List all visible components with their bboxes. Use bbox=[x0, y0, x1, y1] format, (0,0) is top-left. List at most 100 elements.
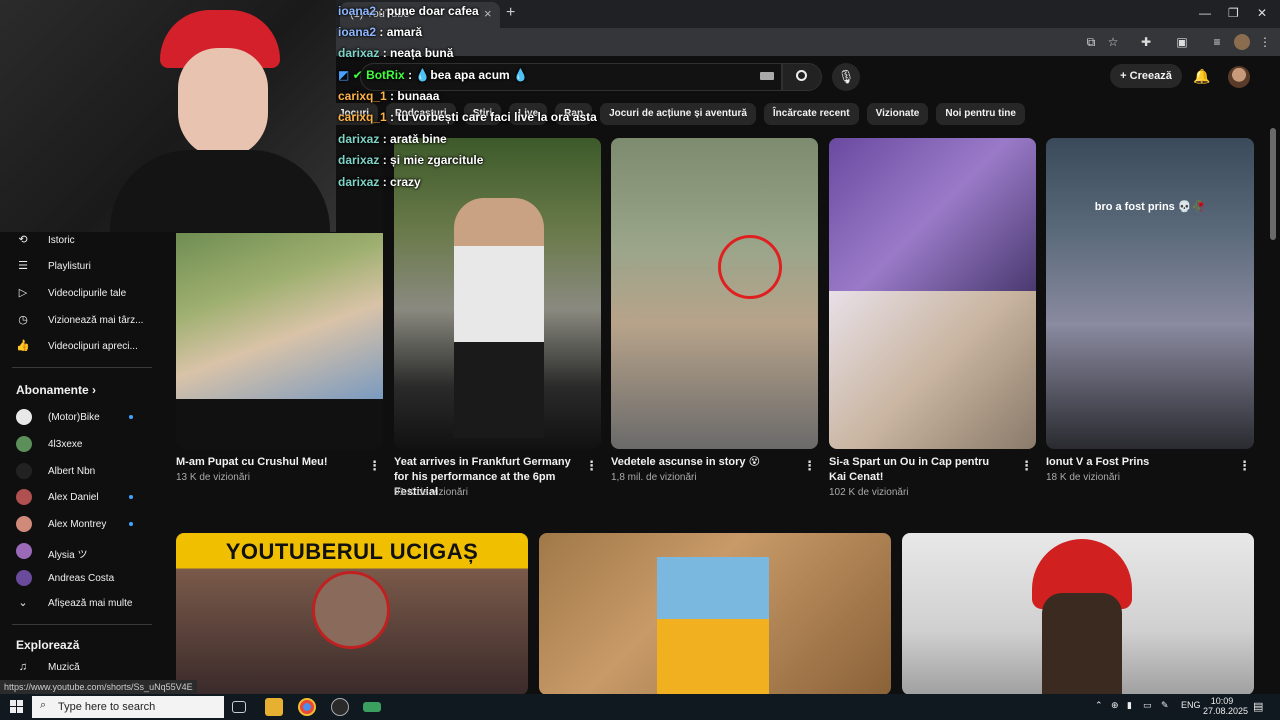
thumbnail-image bbox=[176, 233, 383, 399]
tab-close-icon[interactable]: × bbox=[484, 6, 492, 21]
voice-search-button[interactable]: 🎙 bbox=[832, 63, 860, 91]
chip-vizionate[interactable]: Vizionate bbox=[866, 103, 929, 125]
video-views-3: 1,8 mil. de vizionări bbox=[611, 472, 697, 483]
chat-text: pune doar cafea bbox=[386, 4, 479, 18]
video-thumbnail-5[interactable]: bro a fost prins 💀🥀 bbox=[1046, 138, 1254, 449]
streamer-shirt bbox=[110, 150, 330, 232]
more-actions-icon[interactable]: ⋮ bbox=[1020, 458, 1033, 474]
chat-text: bea apa acum bbox=[430, 68, 510, 82]
file-explorer-icon[interactable] bbox=[265, 698, 283, 716]
channel-avatar bbox=[16, 409, 32, 425]
subscription-label: 4l3xexe bbox=[48, 439, 83, 450]
video-thumbnail-7[interactable] bbox=[539, 533, 891, 695]
tray-pen-icon[interactable]: ✎ bbox=[1161, 700, 1169, 711]
new-content-dot bbox=[129, 522, 133, 526]
extensions-icon[interactable]: ✚ bbox=[1139, 35, 1153, 49]
thumbnail-top-panel bbox=[829, 138, 1036, 291]
channel-avatar bbox=[16, 489, 32, 505]
sidebar-item-label: Videoclipurile tale bbox=[48, 288, 127, 299]
sidebar-item-label: Vizionează mai târz... bbox=[48, 315, 144, 326]
thumbnail-caption: YOUTUBERUL UCIGAȘ bbox=[225, 539, 479, 564]
video-thumbnail-3[interactable] bbox=[611, 138, 818, 449]
notification-center-icon[interactable]: ▤ bbox=[1253, 700, 1263, 713]
chrome-icon[interactable] bbox=[298, 698, 316, 716]
create-label: Creează bbox=[1129, 70, 1172, 82]
new-content-dot bbox=[129, 415, 133, 419]
notifications-bell-icon[interactable]: 🔔 bbox=[1193, 68, 1210, 85]
new-tab-icon[interactable]: + bbox=[506, 4, 515, 22]
chat-username: darixaz bbox=[338, 175, 380, 189]
chat-message: ioana2 : amară bbox=[338, 25, 423, 39]
chat-message: darixaz : crazy bbox=[338, 175, 421, 189]
chat-message: carixq_1 : tu vorbești care faci live la… bbox=[338, 110, 597, 124]
keyboard-icon[interactable] bbox=[760, 72, 774, 80]
search-icon bbox=[796, 70, 807, 81]
cast-icon[interactable]: ▣ bbox=[1175, 35, 1189, 49]
thumbnail-portrait bbox=[312, 571, 390, 649]
windows-start-icon[interactable] bbox=[10, 700, 23, 713]
tray-monitor-icon[interactable]: ▭ bbox=[1143, 700, 1152, 711]
more-actions-icon[interactable]: ⋮ bbox=[585, 458, 598, 474]
music-note-icon: ♫ bbox=[18, 661, 28, 673]
video-thumbnail-4[interactable] bbox=[829, 138, 1036, 449]
video-title-1[interactable]: M-am Pupat cu Crushul Meu! bbox=[176, 455, 356, 470]
browser-profile-avatar[interactable] bbox=[1234, 34, 1250, 50]
video-title-3[interactable]: Vedetele ascunse in story 😵 bbox=[611, 455, 796, 470]
plus-icon: + bbox=[1120, 70, 1130, 82]
tray-chevron-up-icon[interactable]: ⌃ bbox=[1095, 700, 1103, 711]
video-title-5[interactable]: Ionut V a Fost Prins bbox=[1046, 455, 1226, 470]
more-actions-icon[interactable]: ⋮ bbox=[1238, 458, 1251, 474]
taskbar-search-box[interactable]: ⌕ Type here to search bbox=[32, 696, 224, 718]
chat-username: BotRix bbox=[366, 68, 405, 82]
clock-time: 10:09 bbox=[1210, 696, 1234, 706]
chip-actiune-aventura[interactable]: Jocuri de acțiune și aventură bbox=[600, 103, 756, 125]
channel-avatar bbox=[16, 570, 32, 586]
video-thumbnail-8[interactable] bbox=[902, 533, 1254, 695]
subscriptions-heading[interactable]: Abonamente › bbox=[16, 383, 96, 397]
bookmark-star-icon[interactable]: ☆ bbox=[1106, 35, 1120, 49]
tray-mic-icon[interactable]: ▮ bbox=[1127, 700, 1132, 711]
media-control-icon[interactable]: ≡ bbox=[1210, 35, 1224, 49]
video-thumbnail-2[interactable] bbox=[394, 138, 601, 449]
thumbnail-center-photo bbox=[657, 557, 769, 695]
chevron-right-icon: › bbox=[92, 383, 97, 397]
browser-menu-icon[interactable]: ⋮ bbox=[1258, 35, 1272, 49]
show-more-label: Afișează mai multe bbox=[48, 598, 133, 609]
task-view-icon[interactable] bbox=[232, 701, 246, 713]
more-actions-icon[interactable]: ⋮ bbox=[803, 458, 816, 474]
account-avatar[interactable] bbox=[1228, 66, 1250, 88]
taskbar-clock[interactable]: 10:09 27.08.2025 bbox=[1203, 696, 1248, 716]
thumbnail-bottom-panel bbox=[829, 291, 1036, 449]
thumbs-up-icon: 👍 bbox=[16, 340, 30, 352]
obs-icon[interactable] bbox=[331, 698, 349, 716]
bot-badge-icon: ◩ bbox=[338, 68, 353, 82]
chat-message: darixaz : neața bună bbox=[338, 46, 454, 60]
link-status-bar: https://www.youtube.com/shorts/Ss_uNq55V… bbox=[0, 680, 197, 694]
chat-username: darixaz bbox=[338, 153, 380, 167]
tray-language[interactable]: ENG bbox=[1181, 700, 1201, 710]
restore-button[interactable]: ❐ bbox=[1228, 6, 1239, 20]
video-title-4[interactable]: Si-a Spart un Ou in Cap pentru Kai Cenat… bbox=[829, 455, 1009, 485]
subscription-label: Albert Nbn bbox=[48, 466, 96, 477]
video-thumbnail-6[interactable]: YOUTUBERUL UCIGAȘ bbox=[176, 533, 528, 695]
sidebar-item-label: Muzică bbox=[48, 662, 80, 673]
chat-username: darixaz bbox=[338, 46, 380, 60]
create-button[interactable]: + Creează bbox=[1110, 64, 1182, 88]
new-content-dot bbox=[129, 495, 133, 499]
search-button[interactable] bbox=[782, 63, 822, 91]
minimize-button[interactable]: — bbox=[1199, 6, 1211, 20]
more-actions-icon[interactable]: ⋮ bbox=[368, 458, 381, 474]
close-window-button[interactable]: ✕ bbox=[1257, 6, 1267, 20]
tray-network-icon[interactable]: ⊕ bbox=[1111, 700, 1119, 711]
install-app-icon[interactable]: ⧉ bbox=[1084, 35, 1098, 49]
video-icon: ▷ bbox=[18, 287, 28, 299]
taskbar-search-placeholder: Type here to search bbox=[58, 701, 156, 713]
chip-incarcate-recent[interactable]: Încărcate recent bbox=[763, 103, 859, 125]
chat-text: bunaaa bbox=[397, 89, 440, 103]
subscription-label: Alex Daniel bbox=[48, 492, 99, 503]
app-icon[interactable] bbox=[363, 702, 381, 712]
page-scrollbar[interactable] bbox=[1270, 128, 1276, 240]
chat-text: tu vorbești care faci live la ora asta bbox=[397, 110, 597, 124]
search-icon: ⌕ bbox=[40, 699, 47, 711]
chip-noi-pentru-tine[interactable]: Noi pentru tine bbox=[936, 103, 1025, 125]
